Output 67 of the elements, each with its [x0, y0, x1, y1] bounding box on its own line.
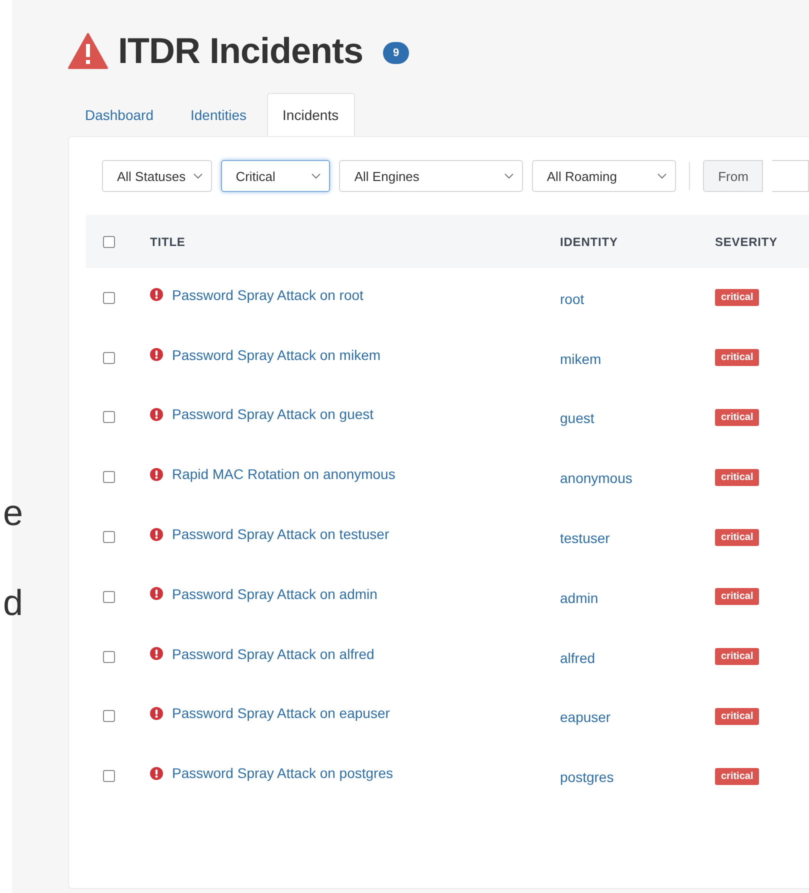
row-checkbox[interactable]: [103, 590, 115, 603]
severity-badge: critical: [715, 408, 760, 426]
alert-icon: [150, 766, 163, 780]
filter-dropdown[interactable]: All Roaming: [532, 160, 676, 192]
alert-icon: [150, 528, 163, 541]
incident-link[interactable]: Rapid MAC Rotation on anonymous: [172, 466, 396, 482]
severity-badge: critical: [715, 528, 760, 546]
filter-dropdown[interactable]: All Engines: [339, 160, 523, 192]
tab[interactable]: Incidents: [266, 93, 355, 136]
date-from-label: From: [703, 160, 764, 192]
identity-link[interactable]: postgres: [560, 769, 614, 786]
incident-link[interactable]: Password Spray Attack on mikem: [172, 346, 381, 363]
column-header: IDENTITY: [560, 234, 618, 248]
identity-link[interactable]: testuser: [560, 530, 610, 546]
filter-dropdown[interactable]: All Statuses: [102, 160, 212, 192]
severity-badge: critical: [715, 768, 760, 785]
row-checkbox[interactable]: [103, 471, 115, 484]
column-header: TITLE: [150, 234, 186, 248]
incident-link[interactable]: Password Spray Attack on testuser: [172, 526, 390, 542]
identity-link[interactable]: anonymous: [560, 470, 632, 486]
alert-icon: [150, 587, 163, 600]
alert-icon: [150, 288, 163, 302]
row-checkbox[interactable]: [103, 352, 115, 364]
incident-link[interactable]: Password Spray Attack on eapuser: [172, 705, 390, 722]
severity-badge: critical: [715, 648, 760, 666]
severity-badge: critical: [715, 468, 760, 486]
identity-link[interactable]: guest: [560, 410, 594, 426]
date-field[interactable]: [772, 160, 809, 192]
chevron-down-icon: [311, 173, 322, 179]
identity-link[interactable]: root: [560, 290, 584, 307]
incident-link[interactable]: Password Spray Attack on admin: [172, 586, 378, 602]
alert-icon: [150, 348, 163, 362]
incident-link[interactable]: Password Spray Attack on root: [172, 286, 364, 303]
severity-badge: critical: [715, 349, 760, 366]
column-header: SEVERITY: [715, 234, 778, 248]
identity-link[interactable]: eapuser: [560, 709, 611, 726]
select-all-checkbox[interactable]: [103, 236, 115, 248]
warning-icon: [68, 33, 108, 69]
row-checkbox[interactable]: [103, 292, 115, 304]
count-badge: 9: [383, 42, 410, 64]
cut-text: e: [3, 491, 24, 535]
row-checkbox[interactable]: [103, 411, 115, 424]
row-checkbox[interactable]: [103, 650, 115, 663]
incident-link[interactable]: Password Spray Attack on alfred: [172, 646, 374, 662]
severity-badge: critical: [715, 708, 760, 725]
row-checkbox[interactable]: [103, 531, 115, 544]
identity-link[interactable]: alfred: [560, 650, 596, 666]
page-title: ITDR Incidents: [118, 30, 364, 72]
alert-icon: [150, 706, 163, 720]
tab[interactable]: Identities: [190, 93, 247, 136]
severity-badge: critical: [715, 289, 760, 306]
cut-text: d: [3, 581, 24, 625]
alert-icon: [150, 647, 163, 660]
row-checkbox[interactable]: [103, 710, 115, 722]
tab[interactable]: Dashboard: [85, 93, 154, 136]
incident-link[interactable]: Password Spray Attack on guest: [172, 406, 374, 422]
severity-badge: critical: [715, 588, 760, 606]
identity-link[interactable]: admin: [560, 590, 598, 606]
chevron-down-icon: [192, 173, 203, 179]
incident-link[interactable]: Password Spray Attack on postgres: [172, 765, 393, 782]
alert-icon: [150, 408, 163, 421]
chevron-down-icon: [504, 173, 514, 179]
identity-link[interactable]: mikem: [560, 350, 602, 367]
row-checkbox[interactable]: [103, 770, 115, 782]
alert-icon: [150, 468, 163, 481]
chevron-down-icon: [657, 173, 668, 179]
filter-dropdown[interactable]: Critical: [220, 160, 330, 192]
